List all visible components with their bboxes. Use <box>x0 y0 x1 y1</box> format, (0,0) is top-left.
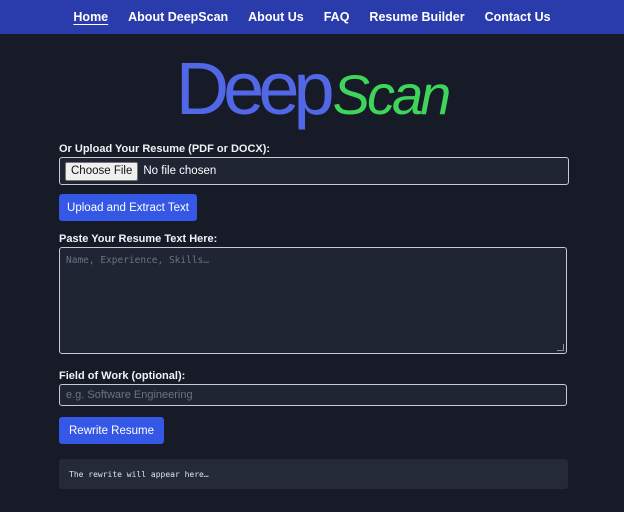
top-navbar: Home About DeepScan About Us FAQ Resume … <box>0 0 624 34</box>
resume-text-placeholder: Name, Experience, Skills… <box>66 255 209 266</box>
resize-handle-icon[interactable] <box>557 344 564 351</box>
upload-extract-button[interactable]: Upload and Extract Text <box>59 194 197 221</box>
field-of-work-input[interactable]: e.g. Software Engineering <box>59 384 567 406</box>
file-status-text: No file chosen <box>143 165 217 177</box>
rewrite-output-text: The rewrite will appear here… <box>69 469 209 479</box>
rewrite-resume-button[interactable]: Rewrite Resume <box>59 417 164 444</box>
logo-scan-text: Scan <box>332 63 452 126</box>
file-input[interactable]: Choose File No file chosen <box>59 157 569 185</box>
nav-contact-us[interactable]: Contact Us <box>485 10 551 24</box>
nav-resume-builder[interactable]: Resume Builder <box>369 10 464 24</box>
logo-deep-text: Deep <box>175 47 335 130</box>
field-of-work-placeholder: e.g. Software Engineering <box>66 389 193 401</box>
nav-faq[interactable]: FAQ <box>324 10 350 24</box>
nav-about-us[interactable]: About Us <box>248 10 304 24</box>
field-of-work-label: Field of Work (optional): <box>59 370 186 382</box>
nav-about-deepscan[interactable]: About DeepScan <box>128 10 228 24</box>
deepscan-logo: DeepScan <box>0 46 624 136</box>
paste-label: Paste Your Resume Text Here: <box>59 233 218 245</box>
upload-label: Or Upload Your Resume (PDF or DOCX): <box>59 143 271 155</box>
nav-home[interactable]: Home <box>73 10 108 24</box>
rewrite-output: The rewrite will appear here… <box>59 459 568 489</box>
choose-file-button[interactable]: Choose File <box>65 161 139 181</box>
resume-text-area[interactable]: Name, Experience, Skills… <box>59 247 567 354</box>
